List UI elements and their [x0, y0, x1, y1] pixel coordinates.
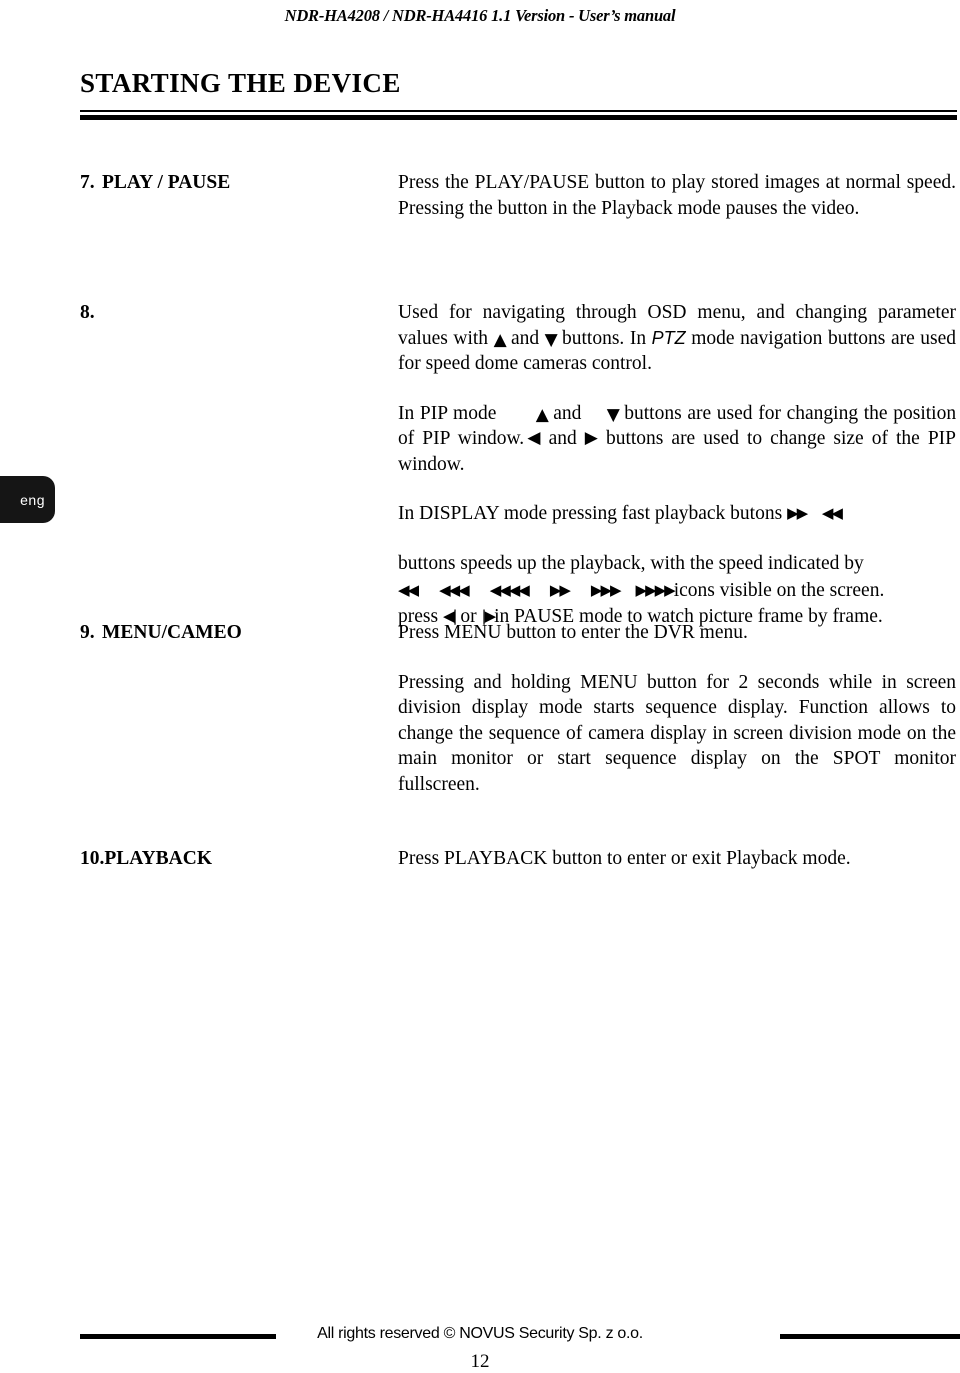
- rewind-icon: ◀◀: [821, 504, 843, 522]
- entry-name: PLAY / PAUSE: [102, 172, 231, 193]
- arrow-down-icon: ▼: [606, 404, 621, 425]
- text-run: In PIP mode: [398, 402, 497, 424]
- rewind-4x-icon: ◀◀◀◀: [489, 581, 530, 599]
- page-number: 12: [470, 1351, 490, 1372]
- text-run: buttons speeds up the playback, with the…: [398, 552, 864, 574]
- paragraph: In PIP mode ▲ and ▼ buttons are used for…: [398, 401, 956, 478]
- ptz-term: PTZ: [651, 327, 686, 348]
- forward-3x-icon: ▶▶▶: [590, 581, 622, 599]
- arrow-down-icon: ▼: [544, 329, 559, 350]
- text-run: In DISPLAY mode pressing fast playback b…: [398, 503, 783, 524]
- arrow-up-icon: ▲: [493, 329, 508, 350]
- entry-body-8: Used for navigating through OSD menu, an…: [398, 300, 956, 629]
- fast-forward-icon: ▶▶: [787, 504, 808, 522]
- text-run: and: [553, 402, 582, 424]
- entry-number: 10.: [80, 848, 105, 869]
- language-tab-label: eng: [20, 491, 45, 508]
- playback-speed-icon-row: ◀◀ ◀◀◀ ◀◀◀◀ ▶▶ ▶▶▶ ▶▶▶▶icons visible on the s…: [398, 578, 956, 604]
- arrow-up-icon: ▲: [535, 404, 550, 425]
- list-item: 9. MENU/CAMEO Press MENU button to enter …: [80, 620, 956, 797]
- divider-line-thick: [80, 115, 957, 120]
- text-run: and: [548, 428, 577, 449]
- forward-2x-icon: ▶▶: [549, 581, 571, 599]
- paragraph: Press the PLAY/PAUSE button to play stor…: [398, 172, 956, 219]
- paragraph: Press PLAYBACK button to enter or exit P…: [398, 848, 851, 869]
- entry-name: MENU/CAMEO: [102, 622, 242, 643]
- arrow-left-icon: ◀: [524, 428, 543, 448]
- entry-body-10: Press PLAYBACK button to enter or exit P…: [398, 846, 956, 872]
- entry-body-9: Press MENU button to enter the DVR menu.…: [398, 620, 956, 797]
- entry-number: 7.: [80, 172, 95, 193]
- entry-label-8: 8.: [80, 300, 392, 326]
- rewind-3x-icon: ◀◀◀: [439, 581, 470, 599]
- entry-number: 9.: [80, 622, 95, 643]
- entry-label-7: 7. PLAY / PAUSE: [80, 170, 392, 196]
- list-item: 7. PLAY / PAUSE Press the PLAY/PAUSE butt…: [80, 170, 956, 221]
- entry-number: 8.: [80, 302, 95, 323]
- paragraph: Pressing and holding MENU button for 2 s…: [398, 671, 956, 795]
- text-run: and: [510, 327, 540, 349]
- footer-copyright: All rights reserved © NOVUS Security Sp.…: [317, 1325, 643, 1342]
- paragraph: Used for navigating through OSD menu, an…: [398, 300, 956, 377]
- entry-name: PLAYBACK: [104, 848, 213, 869]
- language-tab-eng[interactable]: eng: [0, 476, 55, 523]
- paragraph: Press MENU button to enter the DVR menu.: [398, 622, 748, 643]
- text-run: buttons. In: [561, 327, 647, 349]
- paragraph: buttons speeds up the playback, with the…: [398, 551, 956, 630]
- forward-4x-icon: ▶▶▶▶: [635, 581, 676, 599]
- rewind-2x-icon: ◀◀: [398, 581, 419, 599]
- entry-label-10: 10.PLAYBACK: [80, 846, 392, 872]
- entry-body-7: Press the PLAY/PAUSE button to play stor…: [398, 170, 956, 221]
- list-item: 10.PLAYBACK Press PLAYBACK button to ent…: [80, 846, 956, 872]
- entry-label-9: 9. MENU/CAMEO: [80, 620, 392, 646]
- list-item: 8. Used for navigating through OSD menu,…: [80, 300, 956, 629]
- paragraph: In DISPLAY mode pressing fast playback b…: [398, 501, 956, 527]
- page-footer: All rights reserved © NOVUS Security Sp.…: [0, 1325, 960, 1372]
- running-header: NDR-HA4208 / NDR-HA4416 1.1 Version - Us…: [284, 6, 676, 25]
- page-title: STARTING THE DEVICE: [80, 68, 401, 98]
- text-run: icons visible on the screen.: [673, 580, 885, 601]
- title-divider: [80, 110, 957, 120]
- arrow-right-icon: ▶: [584, 428, 601, 448]
